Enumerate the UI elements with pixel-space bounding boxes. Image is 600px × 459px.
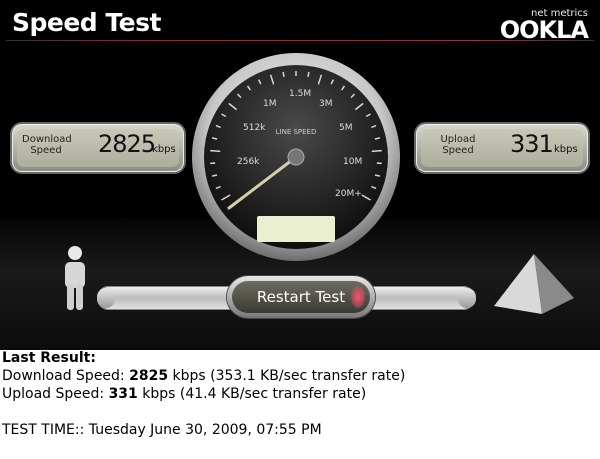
restart-glow (351, 286, 365, 308)
last-result-heading: Last Result: (2, 350, 96, 366)
gauge-scale-10m: 10M (343, 157, 362, 167)
restart-test-button[interactable]: Restart Test (227, 276, 375, 318)
speed-test-app: Speed Test net metrics OOKLA 256k 512k 1… (0, 0, 600, 350)
progress-track-right-cap (458, 288, 476, 308)
upload-label-line2: Speed (442, 145, 474, 156)
result-download-line: Download Speed: 2825 kbps (353.1 KB/sec … (2, 367, 598, 385)
result-download-value: 2825 (129, 368, 169, 384)
result-upload-value: 331 (108, 386, 138, 402)
server-pyramid-icon (494, 254, 574, 314)
last-result-section: Last Result: Download Speed: 2825 kbps (… (2, 349, 598, 439)
gauge-tick (210, 149, 221, 153)
upload-unit: kbps (554, 144, 578, 155)
download-value: 2825 (98, 130, 156, 158)
gauge-display-window (257, 216, 335, 242)
upload-label: Upload Speed (438, 134, 478, 156)
gauge-scale-5m: 5M (339, 123, 353, 133)
gauge-tick (371, 149, 382, 153)
result-upload-line: Upload Speed: 331 kbps (41.4 KB/sec tran… (2, 385, 598, 403)
gauge-tick (282, 71, 285, 78)
download-label: Download Speed (22, 134, 72, 156)
app-title: Speed Test (12, 8, 161, 37)
speed-gauge: 256k 512k 1M 1.5M 3M 5M 10M 20M+ LINE SP… (192, 53, 400, 261)
person-icon (65, 246, 85, 310)
gauge-scale-20m: 20M+ (335, 189, 362, 199)
result-download-suffix: kbps (353.1 KB/sec transfer rate) (168, 368, 406, 384)
header-divider (6, 40, 594, 41)
gauge-tick (307, 71, 310, 78)
restart-test-label: Restart Test (232, 281, 370, 313)
download-label-line1: Download (22, 134, 72, 145)
result-download-prefix: Download Speed: (2, 368, 130, 384)
gauge-scale-512k: 512k (243, 123, 266, 133)
gauge-scale-3m: 3M (319, 99, 333, 109)
download-speed-panel: Download Speed 2825 kbps (12, 124, 184, 172)
upload-speed-panel: Upload Speed 331 kbps (416, 124, 588, 172)
upload-value: 331 (510, 130, 554, 158)
gauge-scale-1-5m: 1.5M (289, 89, 311, 99)
gauge-hub (287, 148, 305, 166)
result-upload-suffix: kbps (41.4 KB/sec transfer rate) (137, 386, 367, 402)
upload-label-line1: Upload (440, 134, 476, 145)
download-unit: kbps (152, 144, 176, 155)
test-time: TEST TIME:: Tuesday June 30, 2009, 07:55… (2, 422, 322, 438)
result-upload-prefix: Upload Speed: (2, 386, 109, 402)
download-label-line2: Speed (30, 145, 62, 156)
gauge-scale-1m: 1M (263, 99, 277, 109)
gauge-scale-256k: 256k (237, 157, 260, 167)
progress-track-left-cap (97, 288, 115, 308)
gauge-center-label: LINE SPEED (276, 128, 317, 136)
